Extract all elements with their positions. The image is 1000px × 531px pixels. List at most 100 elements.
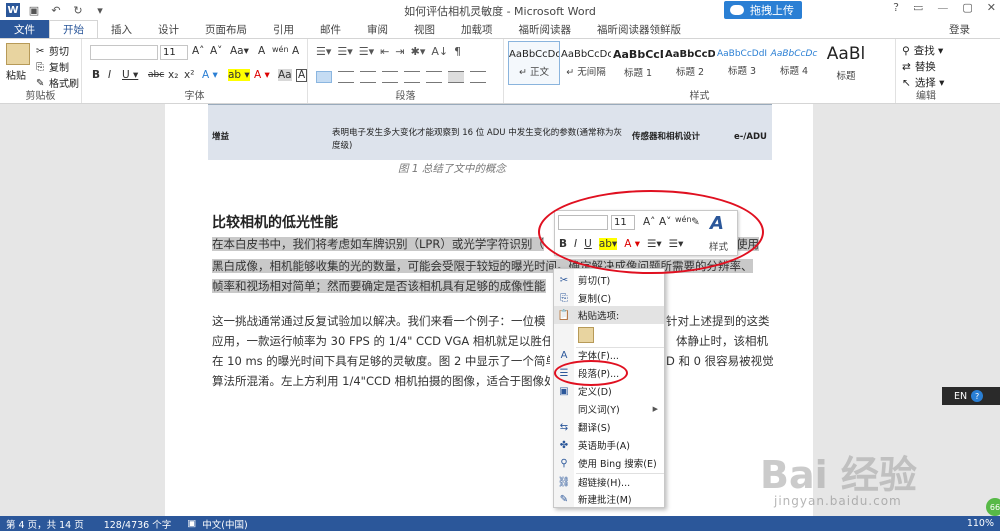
comment-icon: ✎ [559, 493, 569, 505]
menu-item-paste-options[interactable]: 📋 粘贴选项: [554, 306, 664, 324]
redo-icon[interactable]: ↻ [70, 2, 86, 18]
language-status[interactable]: 中文(中国) [196, 517, 247, 531]
menu-item-define[interactable]: ▣ 定义(D) [554, 382, 664, 400]
style-no-spacing[interactable]: AaBbCcDc ↵ 无间隔 [560, 41, 612, 85]
help-icon[interactable]: ? [971, 390, 984, 402]
tab-mailings[interactable]: 邮件 [307, 20, 354, 38]
bullets-button[interactable]: ☰▾ [316, 45, 331, 58]
undo-icon[interactable]: ↶ [48, 2, 64, 18]
customize-qat-icon[interactable]: ▾ [92, 2, 108, 18]
sort-button[interactable]: A↓ [431, 45, 448, 58]
upload-button[interactable]: 拖拽上传 [724, 1, 802, 19]
justify-icon[interactable] [382, 71, 398, 83]
bold-button[interactable]: B [92, 69, 100, 81]
char-border-button[interactable]: A [292, 45, 299, 57]
tab-foxit[interactable]: 福昕阅读器 [506, 20, 585, 38]
menu-item-copy[interactable]: ⎘ 复制(C) [554, 289, 664, 307]
increase-indent-button[interactable]: ⇥ [395, 45, 404, 58]
close-button[interactable]: ✕ [987, 1, 996, 14]
subscript-button[interactable]: x₂ [168, 69, 178, 81]
italic-button[interactable]: I [108, 69, 111, 81]
select-button[interactable]: ↖ 选择 ▾ [902, 75, 944, 90]
paste-keep-text-icon[interactable] [578, 327, 594, 343]
cut-button[interactable]: ✂ 剪切 [36, 43, 69, 59]
clear-format-button[interactable]: A [258, 45, 265, 57]
tab-design[interactable]: 设计 [145, 20, 192, 38]
login-link[interactable]: 登录 [949, 22, 970, 37]
shading-icon[interactable] [448, 71, 464, 83]
title-bar: W ▣ ↶ ↻ ▾ 如何评估相机灵敏度 - Microsoft Word 拖拽上… [0, 0, 1000, 20]
style-heading-2[interactable]: AaBbCcD 标题 2 [664, 41, 716, 85]
word-count[interactable]: 128/4736 个字 [84, 517, 172, 531]
paragraph-line[interactable]: 应用，一款运行帧率为 30 FPS 的 1/4" CCD VGA 相机就足以胜任… [212, 332, 550, 352]
replace-button[interactable]: ⇄ 替换 [902, 59, 936, 74]
styles-group-label: 样式 [689, 91, 710, 102]
numbering-button[interactable]: ☰▾ [337, 45, 352, 58]
line-spacing-icon[interactable] [426, 71, 442, 83]
find-button[interactable]: ⚲ 查找 ▾ [902, 43, 943, 58]
menu-item-english-assistant[interactable]: ✤ 英语助手(A) [554, 436, 664, 454]
multilevel-list-button[interactable]: ☰▾ [359, 45, 374, 58]
paragraph-line-tail[interactable]: 体静止时，该相机 [676, 332, 776, 352]
style-title[interactable]: AaBl 标题 [820, 41, 872, 85]
style-heading-4[interactable]: AaBbCcDc 标题 4 [768, 41, 820, 85]
maximize-button[interactable]: ▢ [962, 1, 972, 14]
font-name-combo[interactable] [90, 45, 158, 60]
menu-item-new-comment[interactable]: ✎ 新建批注(M) [554, 490, 664, 508]
decrease-indent-button[interactable]: ⇤ [380, 45, 389, 58]
paragraph-line-tail[interactable]: D 和 0 很容易被视觉 [666, 352, 776, 372]
menu-item-translate[interactable]: ⇆ 翻译(S) [554, 418, 664, 436]
style-heading-3[interactable]: AaBbCcDdI 标题 3 [716, 41, 768, 85]
asian-layout-button[interactable]: ✱▾ [411, 45, 426, 58]
strikethrough-button[interactable]: abc [148, 70, 164, 80]
distributed-icon[interactable] [404, 71, 420, 83]
menu-item-hyperlink[interactable]: ⛓ 超链接(H)... [554, 473, 664, 491]
language-bar[interactable]: EN ? [942, 387, 1000, 405]
copy-button[interactable]: ⎘ 复制 [36, 59, 69, 75]
grow-font-button[interactable]: A˄ [192, 45, 204, 57]
page-count[interactable]: 第 4 页，共 14 页 [0, 517, 84, 531]
save-icon[interactable]: ▣ [26, 2, 42, 18]
text-effects-button[interactable]: A ▾ [202, 69, 218, 81]
menu-item-bing-search[interactable]: ⚲ 使用 Bing 搜索(E) [554, 454, 664, 472]
tab-references[interactable]: 引用 [260, 20, 307, 38]
paragraph-line-tail[interactable]: 针对上述提到的这类 [666, 312, 776, 332]
zoom-level[interactable]: 110% [961, 518, 994, 529]
tab-foxit-preview[interactable]: 福昕阅读器领鲜版 [584, 20, 694, 38]
tab-page-layout[interactable]: 页面布局 [192, 20, 260, 38]
borders-icon[interactable] [470, 71, 486, 83]
highlight-button[interactable]: ab ▾ [228, 69, 250, 81]
change-case-button[interactable]: Aa▾ [230, 45, 249, 57]
superscript-button[interactable]: x² [184, 69, 194, 81]
paste-button[interactable]: 粘贴 [6, 67, 26, 82]
menu-item-synonyms[interactable]: 同义词(Y) ▶ [554, 400, 664, 418]
align-left-icon[interactable] [316, 71, 332, 83]
paragraph-line[interactable]: 帧率和视场相对简单；然而要确定是否该相机具有足够的成像性能 [212, 277, 552, 297]
style-heading-1[interactable]: AaBbCcD 标题 1 [612, 41, 664, 85]
tab-insert[interactable]: 插入 [98, 20, 145, 38]
tab-addins[interactable]: 加载项 [448, 20, 506, 38]
zoom-slider-thumb[interactable] [910, 3, 913, 12]
paragraph-line[interactable]: 在 10 ms 的曝光时间下具有足够的灵敏度。图 2 中显示了一个简单 [212, 352, 550, 372]
language-indicator[interactable]: EN [954, 391, 967, 402]
paste-icon[interactable] [6, 43, 30, 65]
tab-review[interactable]: 审阅 [354, 20, 401, 38]
underline-button[interactable]: U ▾ [122, 69, 138, 81]
phonetic-guide-button[interactable]: wén [272, 45, 289, 54]
tab-home[interactable]: 开始 [49, 20, 98, 38]
table-row[interactable]: 增益 表明电子发生多大变化才能观察到 16 位 ADU 中发生变化的参数(通常称… [208, 104, 772, 160]
proofing-icon[interactable]: ▣ [171, 518, 196, 529]
font-color-button[interactable]: A ▾ [254, 69, 270, 81]
paragraph-line[interactable]: 这一挑战通常通过反复试验加以解决。我们来看一个例子：一位模 [212, 312, 550, 332]
enclose-char-button[interactable]: A [296, 69, 308, 82]
shrink-font-button[interactable]: A˅ [210, 45, 222, 57]
align-center-icon[interactable] [338, 71, 354, 83]
tab-view[interactable]: 视图 [401, 20, 448, 38]
paragraph-line[interactable]: 算法所混淆。左上方利用 1/4"CCD 相机拍摄的图像，适合于图像处 [212, 372, 550, 392]
font-size-combo[interactable]: 11 [160, 45, 188, 60]
style-normal[interactable]: AaBbCcDc ↵ 正文 [508, 41, 560, 85]
tab-file[interactable]: 文件 [0, 20, 49, 38]
align-right-icon[interactable] [360, 71, 376, 83]
char-shading-button[interactable]: Aa [278, 69, 292, 81]
show-marks-button[interactable]: ¶ [454, 45, 461, 58]
